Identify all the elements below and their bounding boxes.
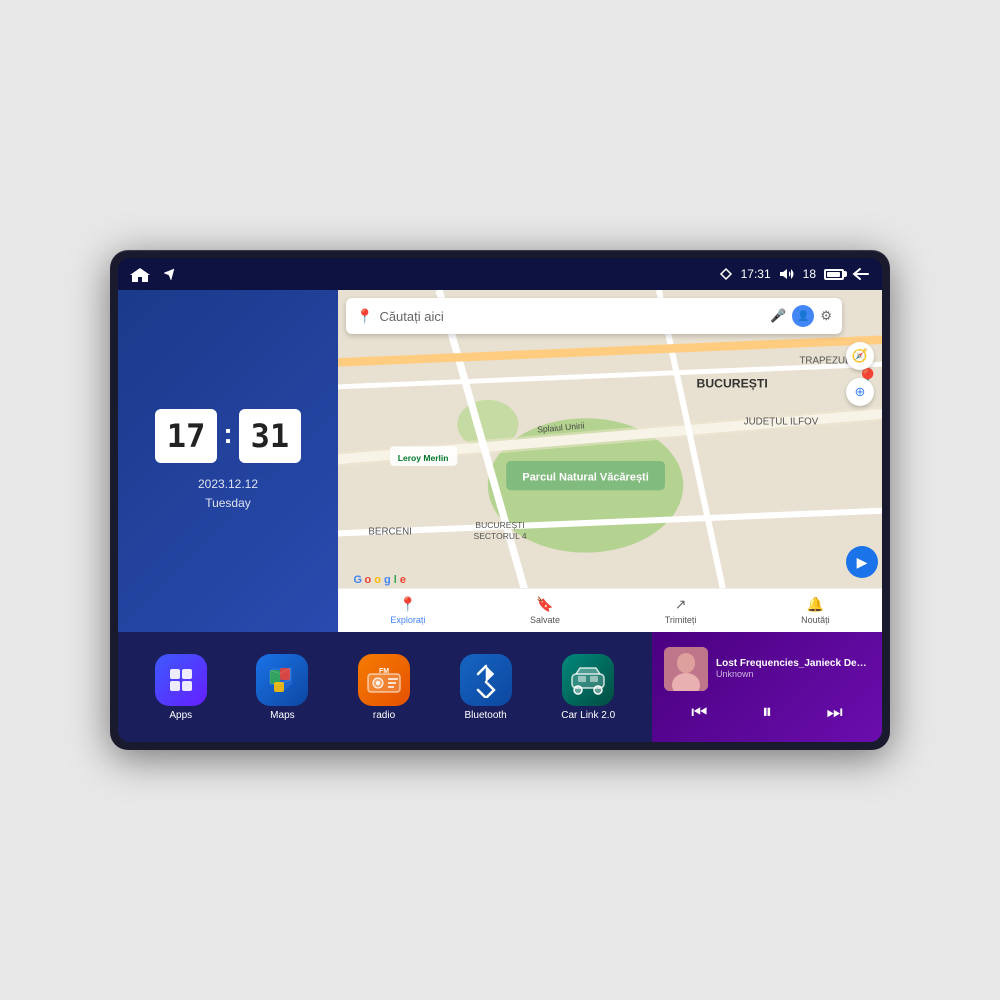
map-bottom-nav: 📍 Explorați 🔖 Salvate ↗ Trimiteți 🔔 (338, 588, 882, 632)
app-item-radio[interactable]: FM radio (358, 654, 410, 721)
carlink-icon-bg (562, 654, 614, 706)
saved-label: Salvate (530, 615, 560, 625)
news-icon: 🔔 (807, 596, 824, 613)
radio-icon-bg: FM (358, 654, 410, 706)
map-nav-explore[interactable]: 📍 Explorați (390, 596, 425, 625)
send-label: Trimiteți (665, 615, 697, 625)
map-mic-icon[interactable]: 🎤 (770, 308, 786, 324)
svg-text:FM: FM (379, 668, 389, 675)
status-bar-right: 17:31 18 (719, 267, 870, 281)
apps-area: Apps Maps (118, 632, 652, 742)
app-item-maps[interactable]: Maps (256, 654, 308, 721)
map-nav-send[interactable]: ↗ Trimiteți (665, 596, 697, 625)
svg-text:e: e (400, 574, 406, 586)
back-icon[interactable] (852, 267, 870, 281)
svg-text:BERCENI: BERCENI (368, 526, 411, 537)
svg-text:Parcul Natural Văcărești: Parcul Natural Văcărești (522, 472, 648, 484)
apps-icon-bg (155, 654, 207, 706)
clock-status: 17:31 (741, 267, 771, 281)
maps-icon[interactable] (160, 265, 178, 283)
music-play-pause-btn[interactable]: ⏸ (754, 697, 780, 728)
carlink-label: Car Link 2.0 (561, 710, 615, 721)
music-top: Lost Frequencies_Janieck Devy-... Unknow… (664, 647, 870, 691)
app-item-bluetooth[interactable]: Bluetooth (460, 654, 512, 721)
music-next-btn[interactable]: ⏭ (819, 698, 851, 727)
svg-text:Leroy Merlin: Leroy Merlin (398, 453, 449, 463)
status-bar: 17:31 18 (118, 258, 882, 290)
bottom-section: Apps Maps (118, 632, 882, 742)
radio-app-icon: FM (366, 666, 402, 694)
map-background: Parcul Natural Văcărești BUCUREȘTI JUDEȚ… (338, 290, 882, 632)
music-title: Lost Frequencies_Janieck Devy-... (716, 658, 870, 669)
music-prev-btn[interactable]: ⏮ (683, 698, 715, 727)
svg-text:G: G (354, 574, 363, 586)
svg-text:l: l (394, 574, 397, 586)
svg-text:g: g (384, 574, 391, 586)
bt-icon-bg (460, 654, 512, 706)
music-album-face (664, 647, 708, 691)
explore-icon: 📍 (399, 596, 416, 613)
apps-label: Apps (169, 710, 192, 721)
maps-icon-bg (256, 654, 308, 706)
svg-text:BUCUREȘTI: BUCUREȘTI (475, 520, 524, 530)
clock-panel: 17 : 31 2023.12.12 Tuesday (118, 290, 338, 632)
status-bar-left (130, 265, 178, 283)
radio-label: radio (373, 710, 395, 721)
maps-app-icon (266, 664, 298, 696)
music-artist: Unknown (716, 669, 870, 679)
bluetooth-label: Bluetooth (464, 710, 506, 721)
svg-text:JUDEȚUL ILFOV: JUDEȚUL ILFOV (744, 416, 819, 427)
battery-icon (824, 269, 844, 280)
home-icon[interactable] (130, 266, 150, 282)
apps-grid-icon (170, 669, 192, 691)
app-item-apps[interactable]: Apps (155, 654, 207, 721)
map-settings-icon[interactable]: ⚙ (820, 308, 832, 324)
svg-text:BUCUREȘTI: BUCUREȘTI (697, 377, 768, 391)
map-panel[interactable]: Parcul Natural Văcărești BUCUREȘTI JUDEȚ… (338, 290, 882, 632)
news-label: Noutăți (801, 615, 830, 625)
screen: 17:31 18 17 (118, 258, 882, 742)
map-pin-icon: 📍 (356, 308, 373, 325)
music-player: Lost Frequencies_Janieck Devy-... Unknow… (652, 632, 882, 742)
svg-text:o: o (374, 574, 381, 586)
signal-level: 18 (803, 267, 816, 281)
explore-label: Explorați (390, 615, 425, 625)
map-avatar[interactable]: 👤 (792, 305, 814, 327)
music-info: Lost Frequencies_Janieck Devy-... Unknow… (716, 658, 870, 679)
map-nav-saved[interactable]: 🔖 Salvate (530, 596, 560, 625)
car-head-unit: 17:31 18 17 (110, 250, 890, 750)
send-icon: ↗ (675, 596, 687, 613)
main-area: 17 : 31 2023.12.12 Tuesday (118, 290, 882, 742)
map-search-bar[interactable]: 📍 Căutați aici 🎤 👤 ⚙ (346, 298, 842, 334)
music-album-art (664, 647, 708, 691)
album-art-svg (664, 647, 708, 691)
saved-icon: 🔖 (536, 596, 553, 613)
carlink-app-icon (570, 664, 606, 696)
clock-display: 17 : 31 (155, 409, 301, 463)
svg-text:o: o (364, 574, 371, 586)
top-section: 17 : 31 2023.12.12 Tuesday (118, 290, 882, 632)
app-item-carlink[interactable]: Car Link 2.0 (561, 654, 615, 721)
bt-app-icon (472, 662, 500, 698)
clock-date: 2023.12.12 Tuesday (198, 475, 258, 513)
volume-icon (779, 268, 795, 280)
map-search-text: Căutați aici (379, 309, 764, 324)
clock-separator: : (223, 418, 232, 450)
map-location-btn[interactable]: ⊕ (846, 378, 874, 406)
map-compass-btn[interactable]: 🧭 (846, 342, 874, 370)
clock-hour: 17 (155, 409, 218, 463)
map-navigate-btn[interactable]: ▶ (846, 546, 878, 578)
svg-text:SECTORUL 4: SECTORUL 4 (474, 531, 527, 541)
music-controls: ⏮ ⏸ ⏭ (664, 697, 870, 728)
signal-icon (719, 267, 733, 281)
clock-minute: 31 (239, 409, 302, 463)
maps-label: Maps (270, 710, 294, 721)
map-nav-news[interactable]: 🔔 Noutăți (801, 596, 830, 625)
